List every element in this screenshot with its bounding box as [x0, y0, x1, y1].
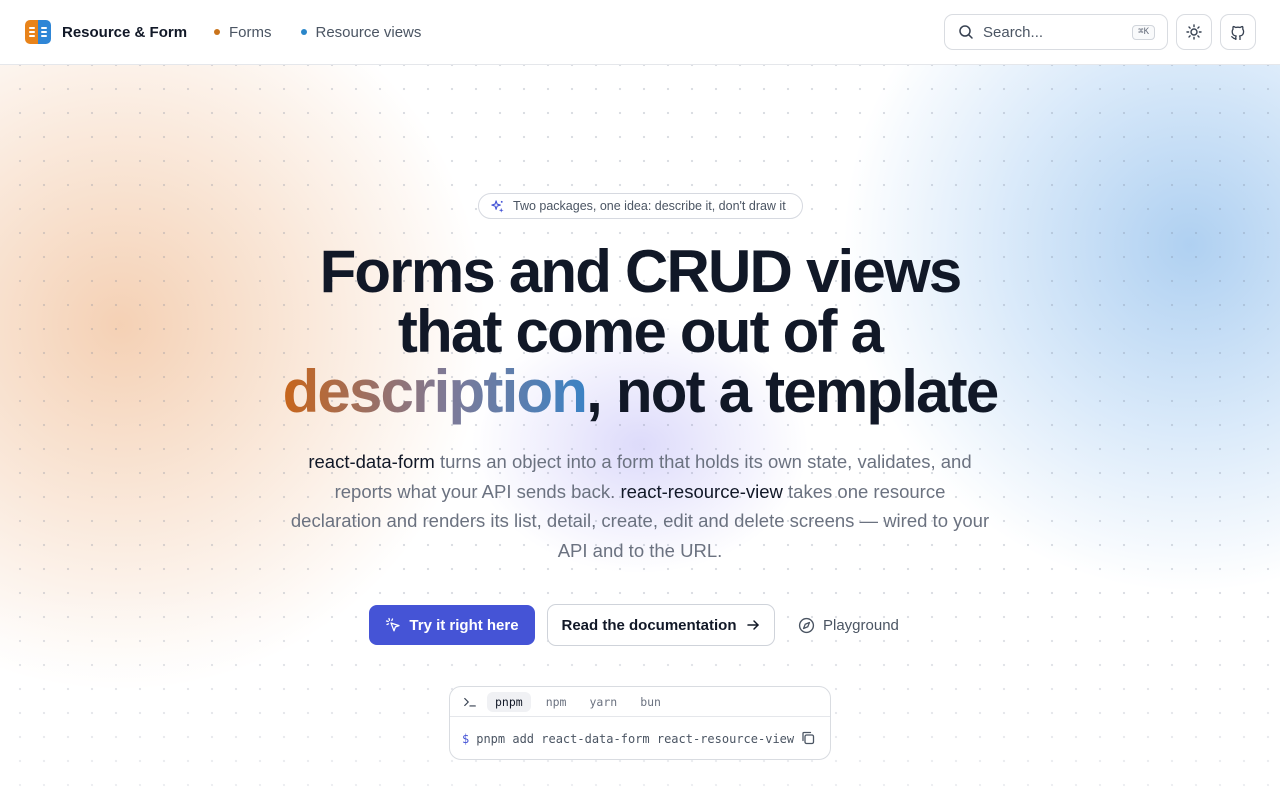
search-icon	[959, 25, 973, 39]
playground-label: Playground	[823, 616, 899, 634]
top-header: Resource & Form Forms Resource views Sea…	[0, 0, 1280, 65]
nav-item-forms[interactable]: Forms	[214, 24, 272, 41]
github-icon	[1231, 25, 1245, 40]
read-docs-label: Read the documentation	[561, 616, 737, 634]
search-shortcut-badge: ⌘K	[1132, 25, 1155, 40]
github-button[interactable]	[1220, 14, 1256, 50]
search-placeholder: Search...	[983, 23, 1044, 41]
nav-item-resource-views[interactable]: Resource views	[300, 23, 422, 41]
copy-icon[interactable]	[800, 730, 816, 746]
main-nav: Forms Resource views	[214, 0, 450, 64]
install-command: $ pnpm add react-data-form react-resourc…	[450, 717, 830, 759]
headline-line-1: Forms and CRUD views	[319, 238, 963, 305]
nav-dot-resource-views	[300, 29, 307, 35]
install-command-text: pnpm add react-data-form react-resource-…	[476, 731, 795, 746]
shell-prompt: $	[462, 731, 470, 746]
tab-pnpm[interactable]: pnpm	[487, 691, 531, 712]
terminal-icon	[464, 697, 476, 707]
package-name-resource-view: react-resource-view	[620, 480, 783, 502]
headline-highlight: description	[282, 358, 588, 425]
sparkles-icon	[491, 199, 504, 213]
tab-yarn[interactable]: yarn	[581, 692, 625, 712]
tab-bun[interactable]: bun	[632, 692, 669, 712]
headline-line-3-rest: , not a template	[586, 358, 999, 425]
playground-link[interactable]: Playground	[798, 605, 899, 645]
headline-line-2: that come out of a	[397, 298, 884, 365]
announcement-pill: Two packages, one idea: describe it, don…	[478, 193, 803, 219]
brand-name: Resource & Form	[62, 23, 188, 41]
hero-subtitle: react-data-form turns an object into a f…	[290, 447, 990, 565]
nav-item-label: Forms	[229, 23, 272, 41]
read-docs-button[interactable]: Read the documentation	[547, 604, 775, 646]
search-input[interactable]: Search... ⌘K	[944, 14, 1168, 50]
package-manager-tabs: pnpm npm yarn bun	[450, 687, 830, 717]
hero-headline: Forms and CRUD views that come out of a …	[140, 242, 1140, 422]
install-command-box: pnpm npm yarn bun $ pnpm add react-data-…	[449, 686, 831, 760]
pointer-click-icon	[386, 617, 401, 632]
nav-dot-forms	[214, 29, 220, 35]
package-name-data-form: react-data-form	[308, 451, 435, 472]
logo-icon	[25, 20, 51, 44]
try-it-label: Try it right here	[409, 616, 519, 634]
sun-icon	[1186, 24, 1202, 40]
brand-link[interactable]: Resource & Form	[25, 20, 187, 44]
try-it-button[interactable]: Try it right here	[369, 605, 535, 645]
theme-toggle-button[interactable]	[1176, 14, 1212, 50]
arrow-right-icon	[746, 620, 759, 630]
pill-text: Two packages, one idea: describe it, don…	[513, 199, 786, 213]
nav-item-label: Resource views	[315, 23, 422, 41]
compass-icon	[798, 617, 815, 633]
tab-npm[interactable]: npm	[538, 692, 575, 712]
